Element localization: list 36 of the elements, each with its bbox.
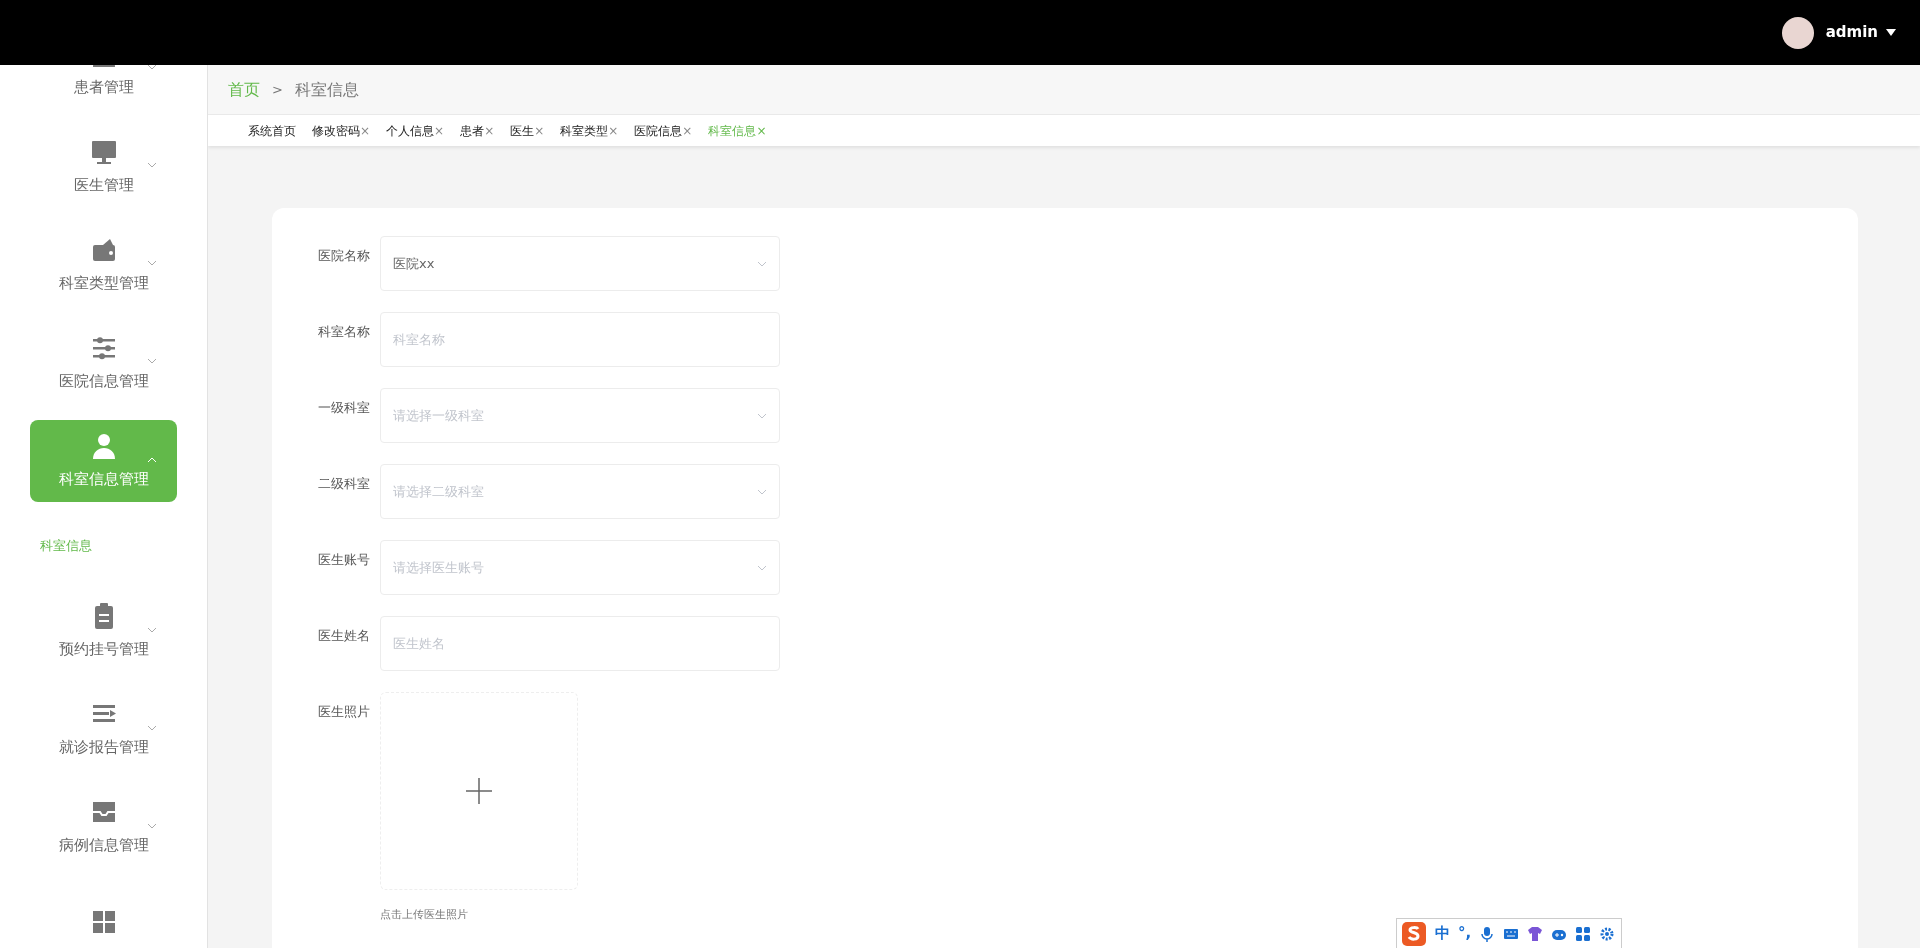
field-label: 医生账号 [317, 551, 371, 569]
input-field[interactable]: 医生姓名 [380, 616, 780, 671]
input-field[interactable]: 科室名称 [380, 312, 780, 367]
sidebar-item[interactable]: 病例信息管理 [30, 786, 177, 869]
sidebar-item[interactable]: 医生管理 [30, 126, 177, 208]
sidebar-item[interactable]: 就诊报告管理 [30, 688, 177, 771]
tab[interactable]: 科室类型 [560, 121, 609, 140]
close-button[interactable]: × [360, 123, 371, 138]
breadcrumb-current: 科室信息 [294, 78, 359, 101]
close-button[interactable]: × [484, 123, 495, 138]
tab[interactable]: 医生 [510, 121, 535, 140]
sidebar-item[interactable]: 医院信息管理 [30, 322, 177, 404]
close-button[interactable]: × [682, 123, 693, 138]
punctuation-toggle[interactable]: °, [1458, 922, 1472, 945]
upload-hint: 点击上传医生照片 [380, 907, 469, 923]
sidebar-item[interactable]: 科室类型管理 [30, 224, 177, 306]
user-menu[interactable]: admin [1825, 21, 1896, 44]
tab[interactable]: 患者 [460, 121, 485, 140]
close-button[interactable]: × [534, 123, 545, 138]
tab[interactable]: 系统首页 [248, 121, 296, 140]
input-mode-toggle[interactable]: 中 [1435, 922, 1450, 945]
field-label: 二级科室 [317, 475, 371, 493]
field-label: 医院名称 [317, 247, 371, 265]
tab[interactable]: 个人信息 [386, 121, 435, 140]
select-field[interactable]: 医院xx [380, 236, 780, 291]
field-label: 医生照片 [317, 703, 371, 721]
breadcrumb-separator: > [272, 80, 283, 99]
close-button[interactable]: × [434, 123, 445, 138]
tab[interactable]: 医院信息 [634, 121, 683, 140]
sidebar-item[interactable]: 患者管理 [30, 65, 177, 110]
tab[interactable]: 修改密码 [312, 121, 360, 140]
field-label: 科室名称 [317, 323, 371, 341]
field-label: 医生姓名 [317, 627, 371, 645]
field-label: 一级科室 [317, 399, 371, 417]
sidebar-item[interactable]: 预约挂号管理 [30, 590, 177, 673]
close-button[interactable]: × [608, 123, 619, 138]
